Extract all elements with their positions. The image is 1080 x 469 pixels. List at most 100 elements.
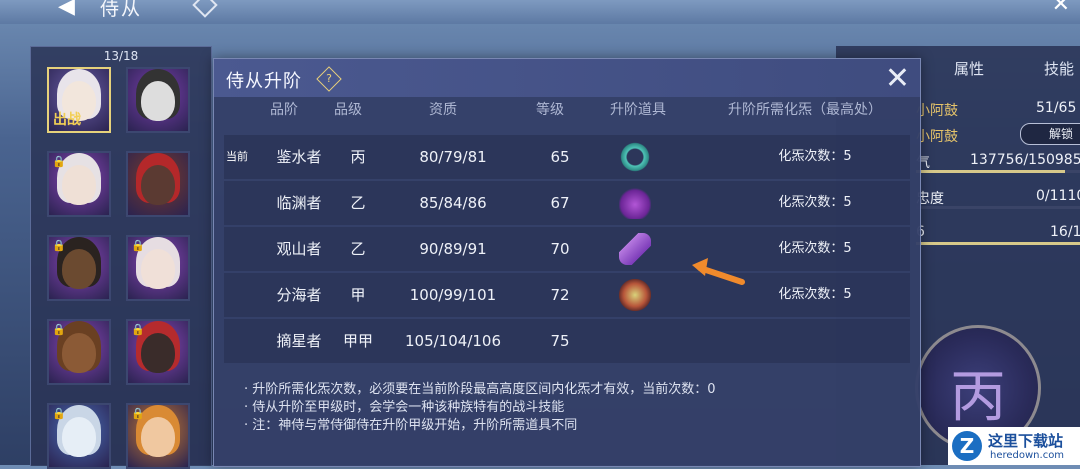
back-arrow-icon[interactable]: ◀ bbox=[58, 0, 75, 19]
lock-icon: 🔒 bbox=[131, 239, 145, 252]
stage-name: 观山者 bbox=[276, 240, 322, 258]
slot-value: 16/16 bbox=[1050, 224, 1080, 240]
col-grade: 品级 bbox=[334, 102, 362, 118]
portrait-face bbox=[141, 417, 175, 458]
purple-scroll-icon[interactable] bbox=[619, 233, 651, 265]
loyalty-bar bbox=[916, 206, 1080, 209]
lock-icon: 🔒 bbox=[52, 239, 66, 252]
lock-icon: 🔒 bbox=[131, 323, 145, 336]
help-icon[interactable]: ? bbox=[316, 66, 342, 92]
portrait-face bbox=[141, 165, 175, 206]
stage-level: 70 bbox=[550, 240, 570, 258]
stage-level: 67 bbox=[550, 194, 570, 212]
tab-skills[interactable]: 技能 bbox=[1044, 58, 1074, 79]
portrait-face bbox=[62, 249, 96, 290]
portrait-spirit-fox[interactable]: 🔒 bbox=[47, 403, 111, 469]
stage-aptitude: 100/99/101 bbox=[409, 286, 497, 304]
stage-level: 75 bbox=[550, 332, 570, 350]
stage-grade: 乙 bbox=[350, 240, 366, 258]
companion-roster: 13/18 出战 🔒 🔒 🔒 🔒 🔒 🔒 🔒 bbox=[30, 46, 212, 469]
portrait-face bbox=[141, 249, 175, 290]
qi-bar bbox=[916, 170, 1080, 173]
qi-value: 137756/150985 bbox=[970, 152, 1080, 168]
stage-requirement: 化炁次数：5 bbox=[778, 149, 852, 164]
stage-level: 72 bbox=[550, 286, 570, 304]
lock-icon: 🔒 bbox=[52, 155, 66, 168]
watermark-url: heredown.com bbox=[990, 450, 1065, 461]
purple-gem-icon[interactable] bbox=[619, 187, 651, 219]
portrait-red-hair-girl-2[interactable]: 🔒 bbox=[126, 319, 190, 385]
lock-icon: 🔒 bbox=[131, 407, 145, 420]
unlock-label: 小阿鼓 bbox=[916, 129, 958, 145]
slot-bar bbox=[916, 242, 1080, 245]
stage-grade: 甲甲 bbox=[342, 332, 373, 350]
jade-ring-icon[interactable] bbox=[619, 141, 651, 173]
col-stage: 品阶 bbox=[270, 102, 298, 118]
close-icon[interactable]: ✕ bbox=[1052, 0, 1070, 17]
page-title: 侍从 bbox=[100, 0, 143, 20]
col-requirement: 升阶所需化炁（最高处） bbox=[728, 102, 882, 118]
stage-grade: 丙 bbox=[350, 148, 366, 166]
portrait-husky-companion[interactable] bbox=[126, 67, 190, 133]
deployed-tag: 出战 bbox=[53, 112, 81, 128]
col-item: 升阶道具 bbox=[610, 102, 666, 118]
ore-fragment-icon[interactable] bbox=[619, 279, 651, 311]
stage-aptitude: 80/79/81 bbox=[419, 148, 487, 166]
note-line: · 注：神侍与常侍御侍在升阶甲级开始，升阶所需道具不同 bbox=[244, 418, 578, 433]
stage-grade: 乙 bbox=[350, 194, 366, 212]
stage-name: 摘星者 bbox=[276, 332, 322, 350]
col-level: 等级 bbox=[536, 102, 564, 118]
stage-level: 65 bbox=[550, 148, 570, 166]
portrait-face bbox=[141, 333, 175, 374]
lock-icon: 🔒 bbox=[52, 407, 66, 420]
pointer-arrow-icon bbox=[692, 258, 745, 285]
portrait-red-hair-girl-1[interactable] bbox=[126, 151, 190, 217]
unlock-button[interactable]: 解锁 bbox=[1020, 123, 1080, 145]
stage-row: 临渊者 乙 85/84/86 67 化炁次数：5 bbox=[224, 181, 910, 225]
stage-name: 鉴水者 bbox=[276, 148, 322, 166]
portrait-face bbox=[141, 81, 175, 122]
portrait-orange-hair-girl[interactable]: 🔒 bbox=[126, 403, 190, 469]
portrait-white-fox-companion[interactable]: 出战 bbox=[47, 67, 111, 133]
dialog-header: 侍从升阶 ? ✕ bbox=[214, 59, 920, 97]
stage-requirement: 化炁次数：5 bbox=[778, 241, 852, 256]
portrait-face bbox=[62, 417, 96, 458]
portrait-bear-companion[interactable]: 🔒 bbox=[47, 319, 111, 385]
watermark-logo: Z 这里下载站 heredown.com bbox=[948, 427, 1080, 465]
stage-aptitude: 105/104/106 bbox=[405, 332, 501, 350]
stage-row: 鉴水者 丙 80/79/81 65 化炁次数：5 当前 bbox=[224, 135, 910, 179]
note-line: · 侍从升阶至甲级时，会学会一种该种族特有的战斗技能 bbox=[244, 400, 565, 415]
tab-attributes[interactable]: 属性 bbox=[954, 58, 984, 79]
stage-row: 观山者 乙 90/89/91 70 化炁次数：5 bbox=[224, 227, 910, 271]
stage-aptitude: 85/84/86 bbox=[419, 194, 487, 212]
watermark-title: 这里下载站 bbox=[988, 432, 1064, 450]
watermark-logo-mark: Z bbox=[952, 431, 982, 461]
stage-row: 摘星者 甲甲 105/104/106 75 bbox=[224, 319, 910, 363]
col-aptitude: 资质 bbox=[429, 102, 457, 118]
level-value: 51/65 bbox=[1036, 100, 1077, 116]
portrait-face bbox=[62, 165, 96, 206]
stage-name: 分海者 bbox=[276, 286, 322, 304]
top-bar: ◀ 侍从 ✕ bbox=[0, 0, 1080, 24]
portrait-face bbox=[62, 333, 96, 374]
notes: · 升阶所需化炁次数，必须要在当前阶段最高高度区间内化炁才有效，当前次数：0 ·… bbox=[244, 381, 716, 435]
upgrade-dialog: 侍从升阶 ? ✕ 品阶 品级 资质 等级 升阶道具 升阶所需化炁（最高处） 鉴水… bbox=[213, 58, 921, 467]
dialog-title: 侍从升阶 bbox=[226, 71, 302, 92]
level-label: 小阿鼓 bbox=[916, 103, 958, 119]
portrait-white-hair-girl-1[interactable]: 🔒 bbox=[47, 151, 111, 217]
portrait-white-hair-girl-2[interactable]: 🔒 bbox=[126, 235, 190, 301]
stage-aptitude: 90/89/91 bbox=[419, 240, 487, 258]
stage-requirement: 化炁次数：5 bbox=[778, 195, 852, 210]
current-stage-tag: 当前 bbox=[226, 150, 248, 163]
grade-emblem-char: 丙 bbox=[950, 365, 1006, 430]
stage-requirement: 化炁次数：5 bbox=[778, 287, 852, 302]
help-icon[interactable] bbox=[192, 0, 218, 18]
stage-grade: 甲 bbox=[350, 286, 366, 304]
roster-count: 13/18 bbox=[103, 49, 139, 63]
note-line: · 升阶所需化炁次数，必须要在当前阶段最高高度区间内化炁才有效，当前次数：0 bbox=[244, 382, 716, 397]
dialog-close-button[interactable]: ✕ bbox=[885, 61, 910, 96]
portrait-bull-warrior[interactable]: 🔒 bbox=[47, 235, 111, 301]
stage-name: 临渊者 bbox=[276, 194, 322, 212]
lock-icon: 🔒 bbox=[52, 323, 66, 336]
stage-row: 分海者 甲 100/99/101 72 化炁次数：5 bbox=[224, 273, 910, 317]
